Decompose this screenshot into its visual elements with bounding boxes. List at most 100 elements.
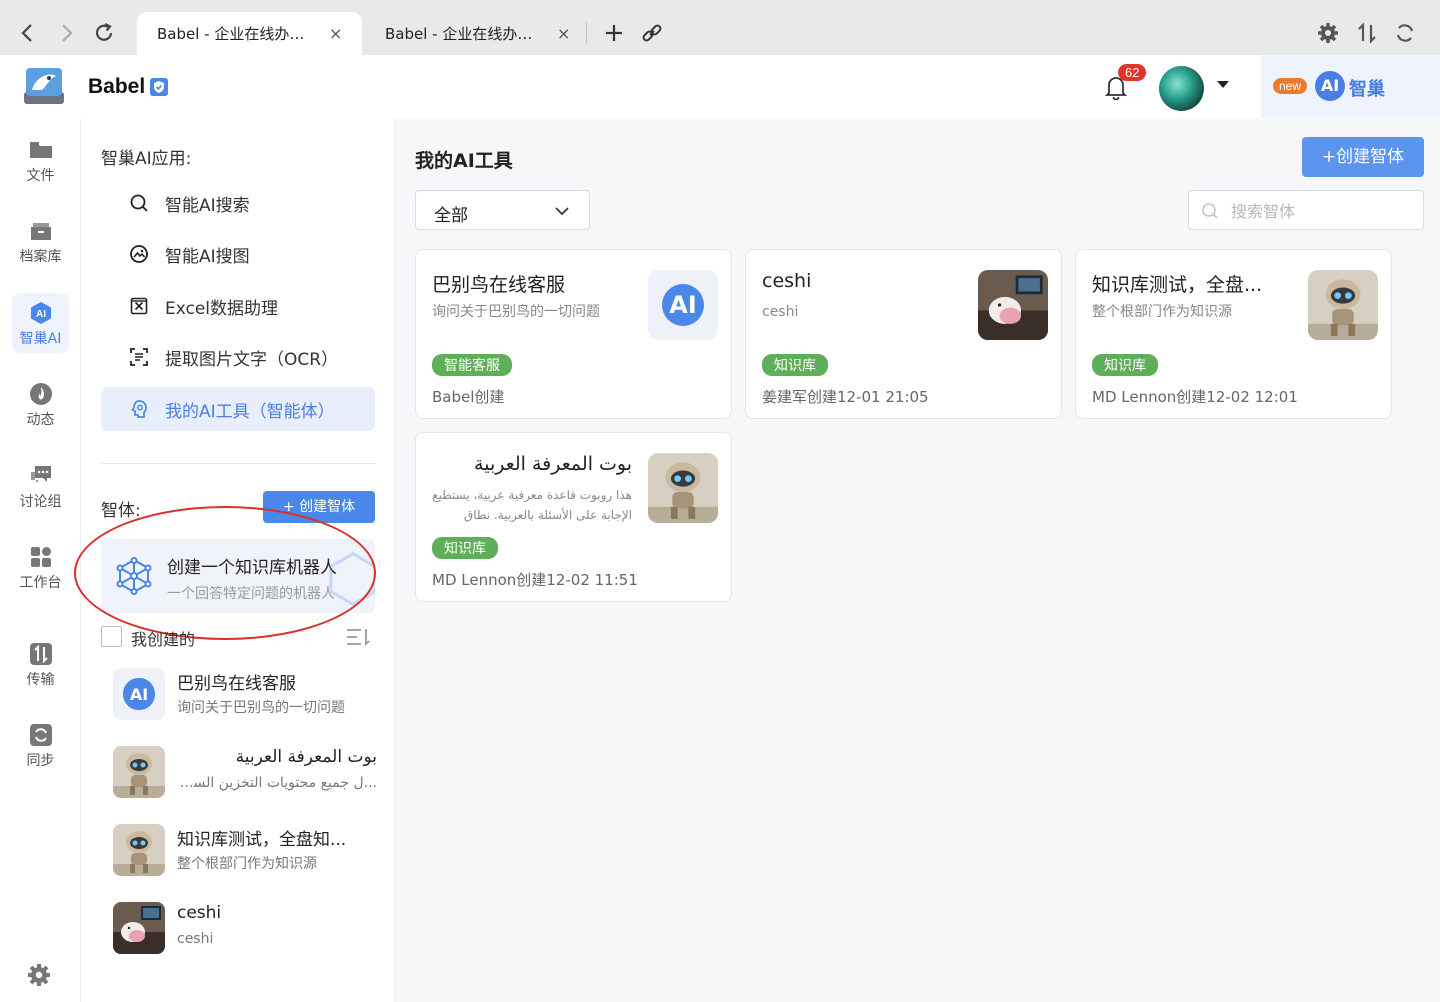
search-input[interactable]	[1231, 197, 1411, 225]
agent-card-meta: Babel创建	[432, 388, 505, 406]
agent-list-item[interactable]: 知识库测试，全盘知... 整个根部门作为知识源	[113, 820, 383, 880]
verified-shield-icon	[149, 77, 169, 97]
agent-name: 巴别鸟在线客服	[177, 674, 296, 694]
robot-image	[1308, 270, 1378, 340]
agent-thumbnail	[113, 902, 165, 954]
app-label: 智能AI搜图	[165, 246, 250, 267]
sort-icon[interactable]	[345, 627, 371, 647]
tab-inactive[interactable]: Babel - 企业在线办公... ×	[365, 12, 590, 55]
sync-icon	[28, 723, 54, 747]
app-item-my-ai-tools[interactable]: 我的AI工具（智能体）	[101, 387, 375, 431]
settings-gear-icon[interactable]	[1315, 20, 1341, 46]
agent-icon	[129, 399, 149, 419]
agent-search-box[interactable]	[1188, 190, 1424, 230]
back-icon[interactable]	[15, 20, 41, 46]
new-tab-icon[interactable]	[601, 20, 627, 46]
rail-item-files[interactable]: 文件	[12, 130, 69, 190]
rail-item-groups[interactable]: 讨论组	[12, 456, 69, 516]
rail-item-archive[interactable]: 档案库	[12, 211, 69, 271]
new-pill: new	[1273, 78, 1308, 94]
archive-icon	[28, 219, 54, 243]
agent-card-title: 巴别鸟在线客服	[432, 274, 566, 296]
forward-icon[interactable]	[53, 20, 79, 46]
robot-image	[113, 746, 165, 798]
rail-item-transfer[interactable]: 传输	[12, 634, 69, 694]
agent-card-desc: 整个根部门作为知识源	[1092, 304, 1232, 320]
agent-desc: ceshi	[177, 931, 214, 947]
ai-zhichao-entry[interactable]: new AI 智巢	[1261, 55, 1440, 118]
create-agent-button[interactable]: +创建智体	[1302, 137, 1424, 177]
chevron-down-icon	[554, 203, 570, 219]
app-item-ai-image-search[interactable]: 智能AI搜图	[101, 232, 375, 276]
agent-thumbnail	[113, 824, 165, 876]
agent-card-title: 知识库测试，全盘...	[1092, 274, 1263, 296]
agent-card-tag: 知识库	[762, 354, 828, 376]
app-item-excel-assistant[interactable]: Excel数据助理	[101, 284, 375, 328]
agent-list-item[interactable]: AI 巴别鸟在线客服 询问关于巴别鸟的一切问题	[113, 664, 383, 724]
image-search-icon	[129, 244, 149, 264]
rail-label: 传输	[26, 672, 55, 688]
agent-name: بوت المعرفة العربية	[235, 747, 377, 767]
section-divider	[101, 463, 375, 464]
rail-label: 智巢AI	[19, 331, 62, 347]
filter-value: 全部	[434, 206, 468, 226]
rail-item-workspace[interactable]: 工作台	[12, 537, 69, 597]
chevron-down-icon[interactable]	[1217, 81, 1229, 88]
user-avatar[interactable]	[1159, 66, 1204, 111]
agent-card[interactable]: 知识库测试，全盘... 整个根部门作为知识源 知识库 MD Lennon创建12…	[1075, 249, 1392, 419]
agent-card[interactable]: ceshi ceshi 知识库 姜建军创建12-01 21:05	[745, 249, 1062, 419]
agent-card-tag: 知识库	[1092, 354, 1158, 376]
desk-photo-image	[978, 270, 1048, 340]
category-filter-select[interactable]: 全部	[415, 190, 590, 230]
chat-icon	[28, 464, 54, 488]
agent-card-thumbnail	[978, 270, 1048, 340]
rail-label: 同步	[26, 753, 55, 769]
tab-title: Babel - 企业在线办公...	[157, 25, 317, 43]
agent-card-tag: 智能客服	[432, 354, 512, 376]
annotation-red-ellipse	[74, 506, 376, 640]
agent-list-item[interactable]: ceshi ceshi	[113, 898, 383, 958]
tab-separator	[586, 22, 587, 44]
my-created-checkbox[interactable]	[101, 626, 122, 647]
rail-item-ai[interactable]: AI 智巢AI	[12, 293, 69, 353]
search-icon	[129, 193, 149, 213]
app-label: 智能AI搜索	[165, 195, 250, 216]
agent-card[interactable]: 巴别鸟在线客服 询问关于巴别鸟的一切问题 AI 智能客服 Babel创建	[415, 249, 732, 419]
agent-card-thumbnail	[648, 453, 718, 523]
app-label: 提取图片文字（OCR）	[165, 349, 339, 370]
agent-list-item[interactable]: بوت المعرفة العربية ...ل جميع محتويات ال…	[113, 742, 383, 802]
sync-icon[interactable]	[1392, 20, 1418, 46]
tab-title: Babel - 企业在线办公...	[385, 25, 545, 43]
grid-icon	[28, 545, 54, 569]
rail-label: 讨论组	[19, 494, 62, 510]
excel-icon	[129, 296, 149, 316]
flame-icon	[28, 382, 54, 406]
app-label: 我的AI工具（智能体）	[165, 401, 335, 422]
ai-icon: AI	[28, 301, 54, 325]
app-item-ocr[interactable]: 提取图片文字（OCR）	[101, 335, 375, 379]
rail-item-sync[interactable]: 同步	[12, 715, 69, 775]
ai-logo-icon: AI	[123, 678, 155, 710]
rail-item-feed[interactable]: 动态	[12, 374, 69, 434]
my-created-filter: 我创建的	[101, 625, 375, 649]
main-content: 我的AI工具 +创建智体 全部 巴别鸟在线客服 询问关于巴别鸟的一切问题 AI …	[395, 118, 1440, 1002]
left-rail: 文件 档案库 AI 智巢AI 动态 讨论组 工作台 传输 同步	[0, 118, 81, 1002]
reload-icon[interactable]	[91, 20, 117, 46]
tab-active[interactable]: Babel - 企业在线办公... ×	[137, 12, 363, 55]
transfer-icon[interactable]	[1354, 20, 1380, 46]
ai-name: 智巢	[1349, 79, 1385, 100]
agent-card[interactable]: بوت المعرفة العربية هذا روبوت قاعدة معرف…	[415, 432, 732, 602]
app-item-ai-search[interactable]: 智能AI搜索	[101, 181, 375, 225]
close-icon[interactable]: ×	[329, 24, 342, 43]
link-icon[interactable]	[639, 20, 665, 46]
agent-thumbnail	[113, 746, 165, 798]
agent-card-thumbnail: AI	[648, 270, 718, 340]
close-icon[interactable]: ×	[557, 24, 570, 43]
agent-thumbnail: AI	[113, 668, 165, 720]
apps-section-title: 智巢AI应用:	[101, 149, 192, 169]
agents-section-title: 智体:	[101, 501, 141, 521]
rail-label: 动态	[26, 412, 55, 428]
ocr-icon	[129, 347, 149, 367]
settings-gear-icon[interactable]	[26, 962, 52, 988]
ai-logo-icon: AI	[1315, 71, 1345, 101]
